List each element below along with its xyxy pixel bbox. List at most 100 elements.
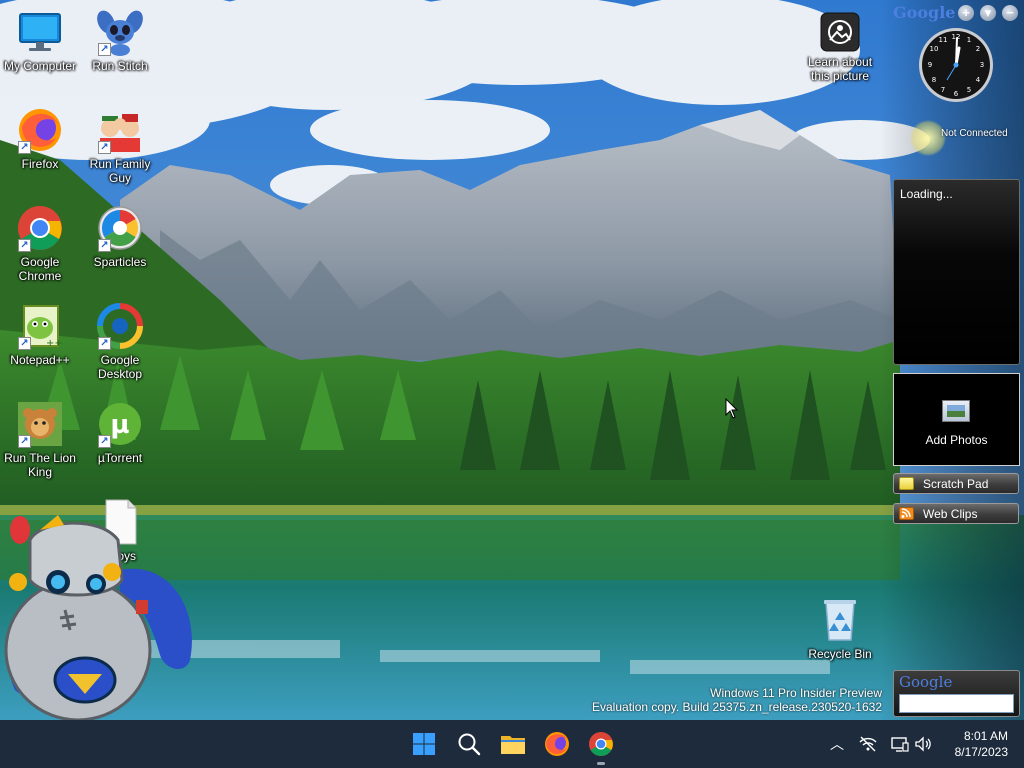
windows-evaluation-watermark: Windows 11 Pro Insider Preview Evaluatio… [592,686,882,714]
google-search-input[interactable] [899,694,1014,713]
web-clips-label: Web Clips [923,507,978,521]
display-icon [891,737,909,752]
shortcut-arrow-icon: ↗ [98,435,111,448]
volume-button[interactable] [913,734,933,754]
desktop-icon-label: Google Desktop [97,353,143,381]
desktop-icon-run-stitch[interactable]: ↗ Run Stitch [80,8,160,73]
svg-text:5: 5 [967,86,971,94]
desktop-icon-label: Run Stitch [92,59,148,73]
desktop-icon-utorrent[interactable]: µ ↗ µTorrent [80,400,160,465]
file-explorer-icon [501,736,525,754]
news-feed-gadget[interactable]: Loading... [893,179,1020,365]
photos-gadget[interactable]: Add Photos [893,373,1020,466]
desktop-icon-firefox[interactable]: ↗ Firefox [0,106,80,171]
rss-feed-icon [899,507,914,520]
minimize-sidebar-button[interactable]: − [1002,5,1018,21]
analog-clock-gadget[interactable]: 12 1 2 345 678 9 10 11 [917,26,995,104]
network-status-button[interactable] [858,734,878,754]
firefox-icon [545,732,569,756]
notepad-plus-plus-icon: ++ ↗ [16,302,64,350]
desktop-icon-label: Sparticles [93,255,147,269]
taskbar-search-button[interactable] [453,728,485,760]
taskbar-firefox-button[interactable] [541,728,573,760]
svg-text:7: 7 [941,86,945,94]
scratch-pad-label: Scratch Pad [923,477,989,491]
taskbar-chrome-button[interactable] [585,728,617,765]
sparticles-icon: ↗ [96,204,144,252]
desktop-icon-google-chrome[interactable]: ↗ Google Chrome [0,204,80,283]
shortcut-arrow-icon: ↗ [18,141,31,154]
web-clips-button[interactable]: Web Clips [893,503,1019,524]
sticky-note-icon [899,477,914,490]
shortcut-arrow-icon: ↗ [98,239,111,252]
speaker-icon [915,736,931,752]
running-indicator [597,762,605,765]
weather-gadget[interactable]: Not Connected [906,118,1022,158]
network-disconnected-icon [859,736,877,752]
svg-text:9: 9 [928,61,932,69]
desktop-icon-notepad-plus-plus[interactable]: ++ ↗ Notepad++ [0,302,80,367]
chrome-icon [589,732,613,757]
shortcut-arrow-icon: ↗ [98,337,111,350]
taskbar: ︿ 8:01 AM 8/17/2023 [0,720,1024,768]
desktop-icon-run-the-lion-king[interactable]: ↗ Run The Lion King [0,400,80,479]
display-tray-button[interactable] [890,734,910,754]
clock-face-icon: 12 12 345 678 91011 [919,28,993,102]
sidebar-google-logo: Google [893,3,955,22]
recycle-bin-icon [816,596,864,644]
file-explorer-button[interactable] [497,728,529,760]
start-icon [413,733,435,755]
svg-text:8: 8 [932,76,936,84]
family-guy-icon: ↗ [96,106,144,154]
shortcut-arrow-icon: ↗ [98,141,111,154]
shortcut-arrow-icon: ↗ [18,337,31,350]
desktop-character-robot[interactable] [0,500,200,725]
desktop-icon-recycle-bin[interactable]: Recycle Bin [800,596,880,661]
google-desktop-icon: ↗ [96,302,144,350]
svg-text:11: 11 [939,36,948,44]
desktop-icon-learn-about-picture[interactable]: Learn about this picture [800,12,880,83]
taskbar-time: 8:01 AM [963,729,1008,743]
robot-mascot-icon [4,515,192,722]
feed-loading-text: Loading... [900,187,953,201]
utorrent-icon: µ ↗ [96,400,144,448]
taskbar-clock[interactable]: 8:01 AM 8/17/2023 [955,728,1008,760]
desktop-icon-label: Notepad++ [10,353,70,367]
camera-location-icon [820,12,860,52]
svg-text:µ: µ [110,410,129,440]
sidebar-brand-text: Google [893,3,956,22]
desktop-icon-my-computer[interactable]: My Computer [0,8,80,73]
search-icon [458,733,481,756]
desktop-icon-run-family-guy[interactable]: ↗ Run Family Guy [80,106,160,185]
add-gadget-button[interactable]: + [958,5,974,21]
shortcut-arrow-icon: ↗ [18,435,31,448]
svg-text:3: 3 [980,61,984,69]
svg-text:4: 4 [976,76,981,84]
desktop-icon-label: µTorrent [97,451,143,465]
desktop-icon-sparticles[interactable]: ↗ Sparticles [80,204,160,269]
start-button[interactable] [408,728,440,760]
desktop-icon-label: Run The Lion King [4,451,76,479]
svg-text:++: ++ [46,338,63,349]
desktop-icon-label: Firefox [21,157,59,171]
shortcut-arrow-icon: ↗ [18,239,31,252]
desktop-icon-label: Run Family Guy [89,157,151,185]
google-search-logo: Google [899,673,953,691]
watermark-build: Evaluation copy. Build 25375.zn_release.… [592,700,882,714]
lion-king-icon: ↗ [16,400,64,448]
svg-text:2: 2 [976,45,980,53]
sidebar-menu-button[interactable]: ▾ [980,5,996,21]
svg-text:6: 6 [954,90,959,98]
desktop-icon-label: Google Chrome [18,255,62,283]
picture-icon [942,400,970,422]
taskbar-date: 8/17/2023 [954,745,1008,759]
shortcut-arrow-icon: ↗ [98,43,111,56]
desktop-icon-google-desktop[interactable]: ↗ Google Desktop [80,302,160,381]
scratch-pad-button[interactable]: Scratch Pad [893,473,1019,494]
firefox-icon: ↗ [16,106,64,154]
desktop-icon-label: Recycle Bin [808,647,872,661]
add-photos-label: Add Photos [925,433,988,447]
show-hidden-icons-button[interactable]: ︿ [827,734,847,754]
mouse-pointer-icon [725,397,739,425]
watermark-edition: Windows 11 Pro Insider Preview [710,686,882,700]
